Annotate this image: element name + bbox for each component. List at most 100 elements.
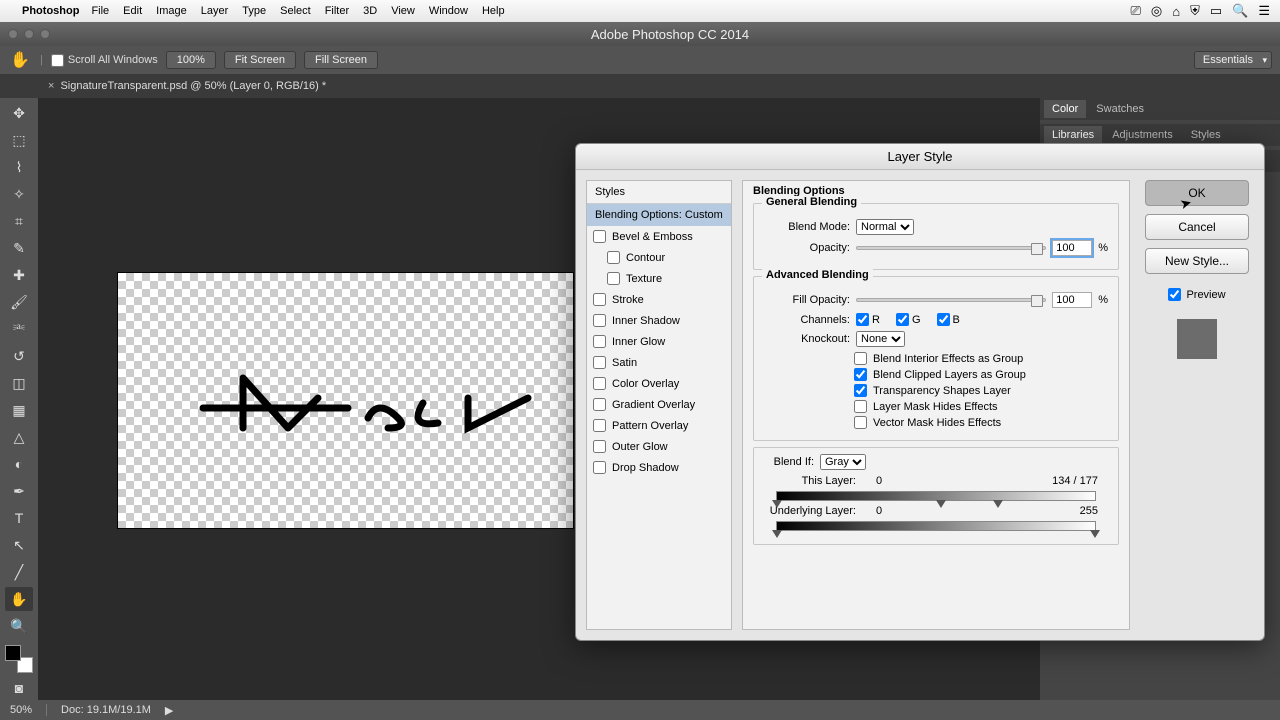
blend-mode-select[interactable]: Normal: [856, 219, 914, 235]
dialog-buttons: OK Cancel New Style... Preview: [1140, 180, 1254, 630]
menu-view[interactable]: View: [391, 5, 415, 17]
blur-tool[interactable]: △: [5, 425, 33, 449]
styles-header[interactable]: Styles: [587, 181, 731, 204]
blend-clipped-checkbox[interactable]: Blend Clipped Layers as Group: [854, 368, 1108, 381]
history-brush-tool[interactable]: ↺: [5, 345, 33, 369]
path-tool[interactable]: ↖: [5, 533, 33, 557]
menu-edit[interactable]: Edit: [123, 5, 142, 17]
fit-screen-button[interactable]: Fit Screen: [224, 51, 296, 69]
effect-color-overlay[interactable]: Color Overlay: [587, 373, 731, 394]
channel-g-checkbox[interactable]: G: [896, 313, 921, 326]
stamp-tool[interactable]: ⎃: [5, 318, 33, 342]
chevron-right-icon[interactable]: ▶: [165, 704, 173, 717]
dialog-title: Layer Style: [576, 144, 1264, 170]
blending-options-panel: Blending Options General Blending Blend …: [742, 180, 1130, 630]
status-doc-size[interactable]: Doc: 19.1M/19.1M: [61, 704, 151, 716]
status-zoom[interactable]: 50%: [10, 704, 32, 716]
crop-tool[interactable]: ⌗: [5, 210, 33, 234]
effect-gradient-overlay[interactable]: Gradient Overlay: [587, 394, 731, 415]
knockout-select[interactable]: None: [856, 331, 905, 347]
dodge-tool[interactable]: ◐: [5, 452, 33, 476]
document-canvas[interactable]: [118, 273, 573, 528]
menu-select[interactable]: Select: [280, 5, 311, 17]
vector-mask-hides-checkbox[interactable]: Vector Mask Hides Effects: [854, 416, 1108, 429]
pen-tool[interactable]: ✒: [5, 479, 33, 503]
eyedropper-tool[interactable]: ✎: [5, 237, 33, 261]
effect-pattern-overlay[interactable]: Pattern Overlay: [587, 415, 731, 436]
new-style-button[interactable]: New Style...: [1145, 248, 1249, 274]
menu-layer[interactable]: Layer: [201, 5, 229, 17]
brush-tool[interactable]: 🖌: [5, 291, 33, 315]
fill-opacity-slider[interactable]: [856, 298, 1046, 302]
effect-stroke[interactable]: Stroke: [587, 289, 731, 310]
menubar-app[interactable]: Photoshop: [22, 5, 79, 17]
lasso-tool[interactable]: ⌇: [5, 156, 33, 180]
zoom-field[interactable]: 100%: [166, 51, 216, 69]
panel-swatches[interactable]: Swatches: [1088, 100, 1152, 118]
shape-tool[interactable]: ╱: [5, 560, 33, 584]
cancel-button[interactable]: Cancel: [1145, 214, 1249, 240]
channel-r-checkbox[interactable]: R: [856, 313, 880, 326]
hand-tool-icon[interactable]: ✋: [8, 50, 32, 70]
effect-inner-shadow[interactable]: Inner Shadow: [587, 310, 731, 331]
transparency-shapes-checkbox[interactable]: Transparency Shapes Layer: [854, 384, 1108, 397]
heal-tool[interactable]: ✚: [5, 264, 33, 288]
preview-checkbox[interactable]: Preview: [1168, 288, 1225, 301]
status-icon[interactable]: ⎚: [1130, 3, 1140, 19]
panel-styles[interactable]: Styles: [1183, 126, 1229, 144]
traffic-lights[interactable]: [8, 29, 50, 39]
status-icon[interactable]: ⌂: [1172, 4, 1180, 19]
document-tab[interactable]: × SignatureTransparent.psd @ 50% (Layer …: [48, 80, 326, 92]
underlying-layer-slider[interactable]: [776, 521, 1096, 531]
search-icon[interactable]: 🔍: [1232, 3, 1248, 19]
effect-drop-shadow[interactable]: Drop Shadow: [587, 457, 731, 478]
opacity-field[interactable]: [1052, 240, 1092, 256]
this-layer-slider[interactable]: [776, 491, 1096, 501]
menu-help[interactable]: Help: [482, 5, 505, 17]
wand-tool[interactable]: ✧: [5, 183, 33, 207]
color-swatches[interactable]: [5, 645, 33, 673]
panel-color[interactable]: Color: [1044, 100, 1086, 118]
blending-options-row[interactable]: Blending Options: Custom: [587, 204, 731, 226]
type-tool[interactable]: T: [5, 506, 33, 530]
effect-texture[interactable]: Texture: [587, 268, 731, 289]
move-tool[interactable]: ✥: [5, 102, 33, 126]
marquee-tool[interactable]: ⬚: [5, 129, 33, 153]
gradient-tool[interactable]: ▦: [5, 398, 33, 422]
menu-3d[interactable]: 3D: [363, 5, 377, 17]
layer-mask-hides-checkbox[interactable]: Layer Mask Hides Effects: [854, 400, 1108, 413]
panel-adjustments[interactable]: Adjustments: [1104, 126, 1181, 144]
menu-image[interactable]: Image: [156, 5, 187, 17]
display-icon[interactable]: ▭: [1210, 3, 1222, 19]
quick-mask[interactable]: ◙: [5, 676, 33, 700]
effect-outer-glow[interactable]: Outer Glow: [587, 436, 731, 457]
close-icon[interactable]: ×: [48, 80, 54, 92]
ok-button[interactable]: OK: [1145, 180, 1249, 206]
zoom-tool[interactable]: 🔍: [5, 614, 33, 638]
status-icon[interactable]: ◎: [1151, 3, 1162, 19]
panel-libraries[interactable]: Libraries: [1044, 126, 1102, 144]
workspace-selector[interactable]: Essentials: [1194, 51, 1272, 69]
eraser-tool[interactable]: ◫: [5, 372, 33, 396]
menu-icon[interactable]: ☰: [1258, 3, 1270, 19]
effect-contour[interactable]: Contour: [587, 247, 731, 268]
window-titlebar: Adobe Photoshop CC 2014: [0, 22, 1280, 46]
menu-filter[interactable]: Filter: [325, 5, 349, 17]
effect-bevel-emboss[interactable]: Bevel & Emboss: [587, 226, 731, 247]
menu-window[interactable]: Window: [429, 5, 468, 17]
scroll-all-windows-checkbox[interactable]: Scroll All Windows: [51, 54, 158, 67]
effect-satin[interactable]: Satin: [587, 352, 731, 373]
effect-inner-glow[interactable]: Inner Glow: [587, 331, 731, 352]
fill-screen-button[interactable]: Fill Screen: [304, 51, 378, 69]
channel-b-checkbox[interactable]: B: [937, 313, 960, 326]
blend-interior-checkbox[interactable]: Blend Interior Effects as Group: [854, 352, 1108, 365]
document-tabs: × SignatureTransparent.psd @ 50% (Layer …: [0, 74, 1280, 98]
menu-file[interactable]: File: [91, 5, 109, 17]
blend-if-select[interactable]: Gray: [820, 454, 866, 470]
shield-icon[interactable]: ⛨: [1190, 3, 1200, 19]
fill-opacity-field[interactable]: [1052, 292, 1092, 308]
status-bar: 50% Doc: 19.1M/19.1M ▶: [0, 700, 1280, 720]
opacity-slider[interactable]: [856, 246, 1046, 250]
hand-tool[interactable]: ✋: [5, 587, 33, 611]
menu-type[interactable]: Type: [242, 5, 266, 17]
